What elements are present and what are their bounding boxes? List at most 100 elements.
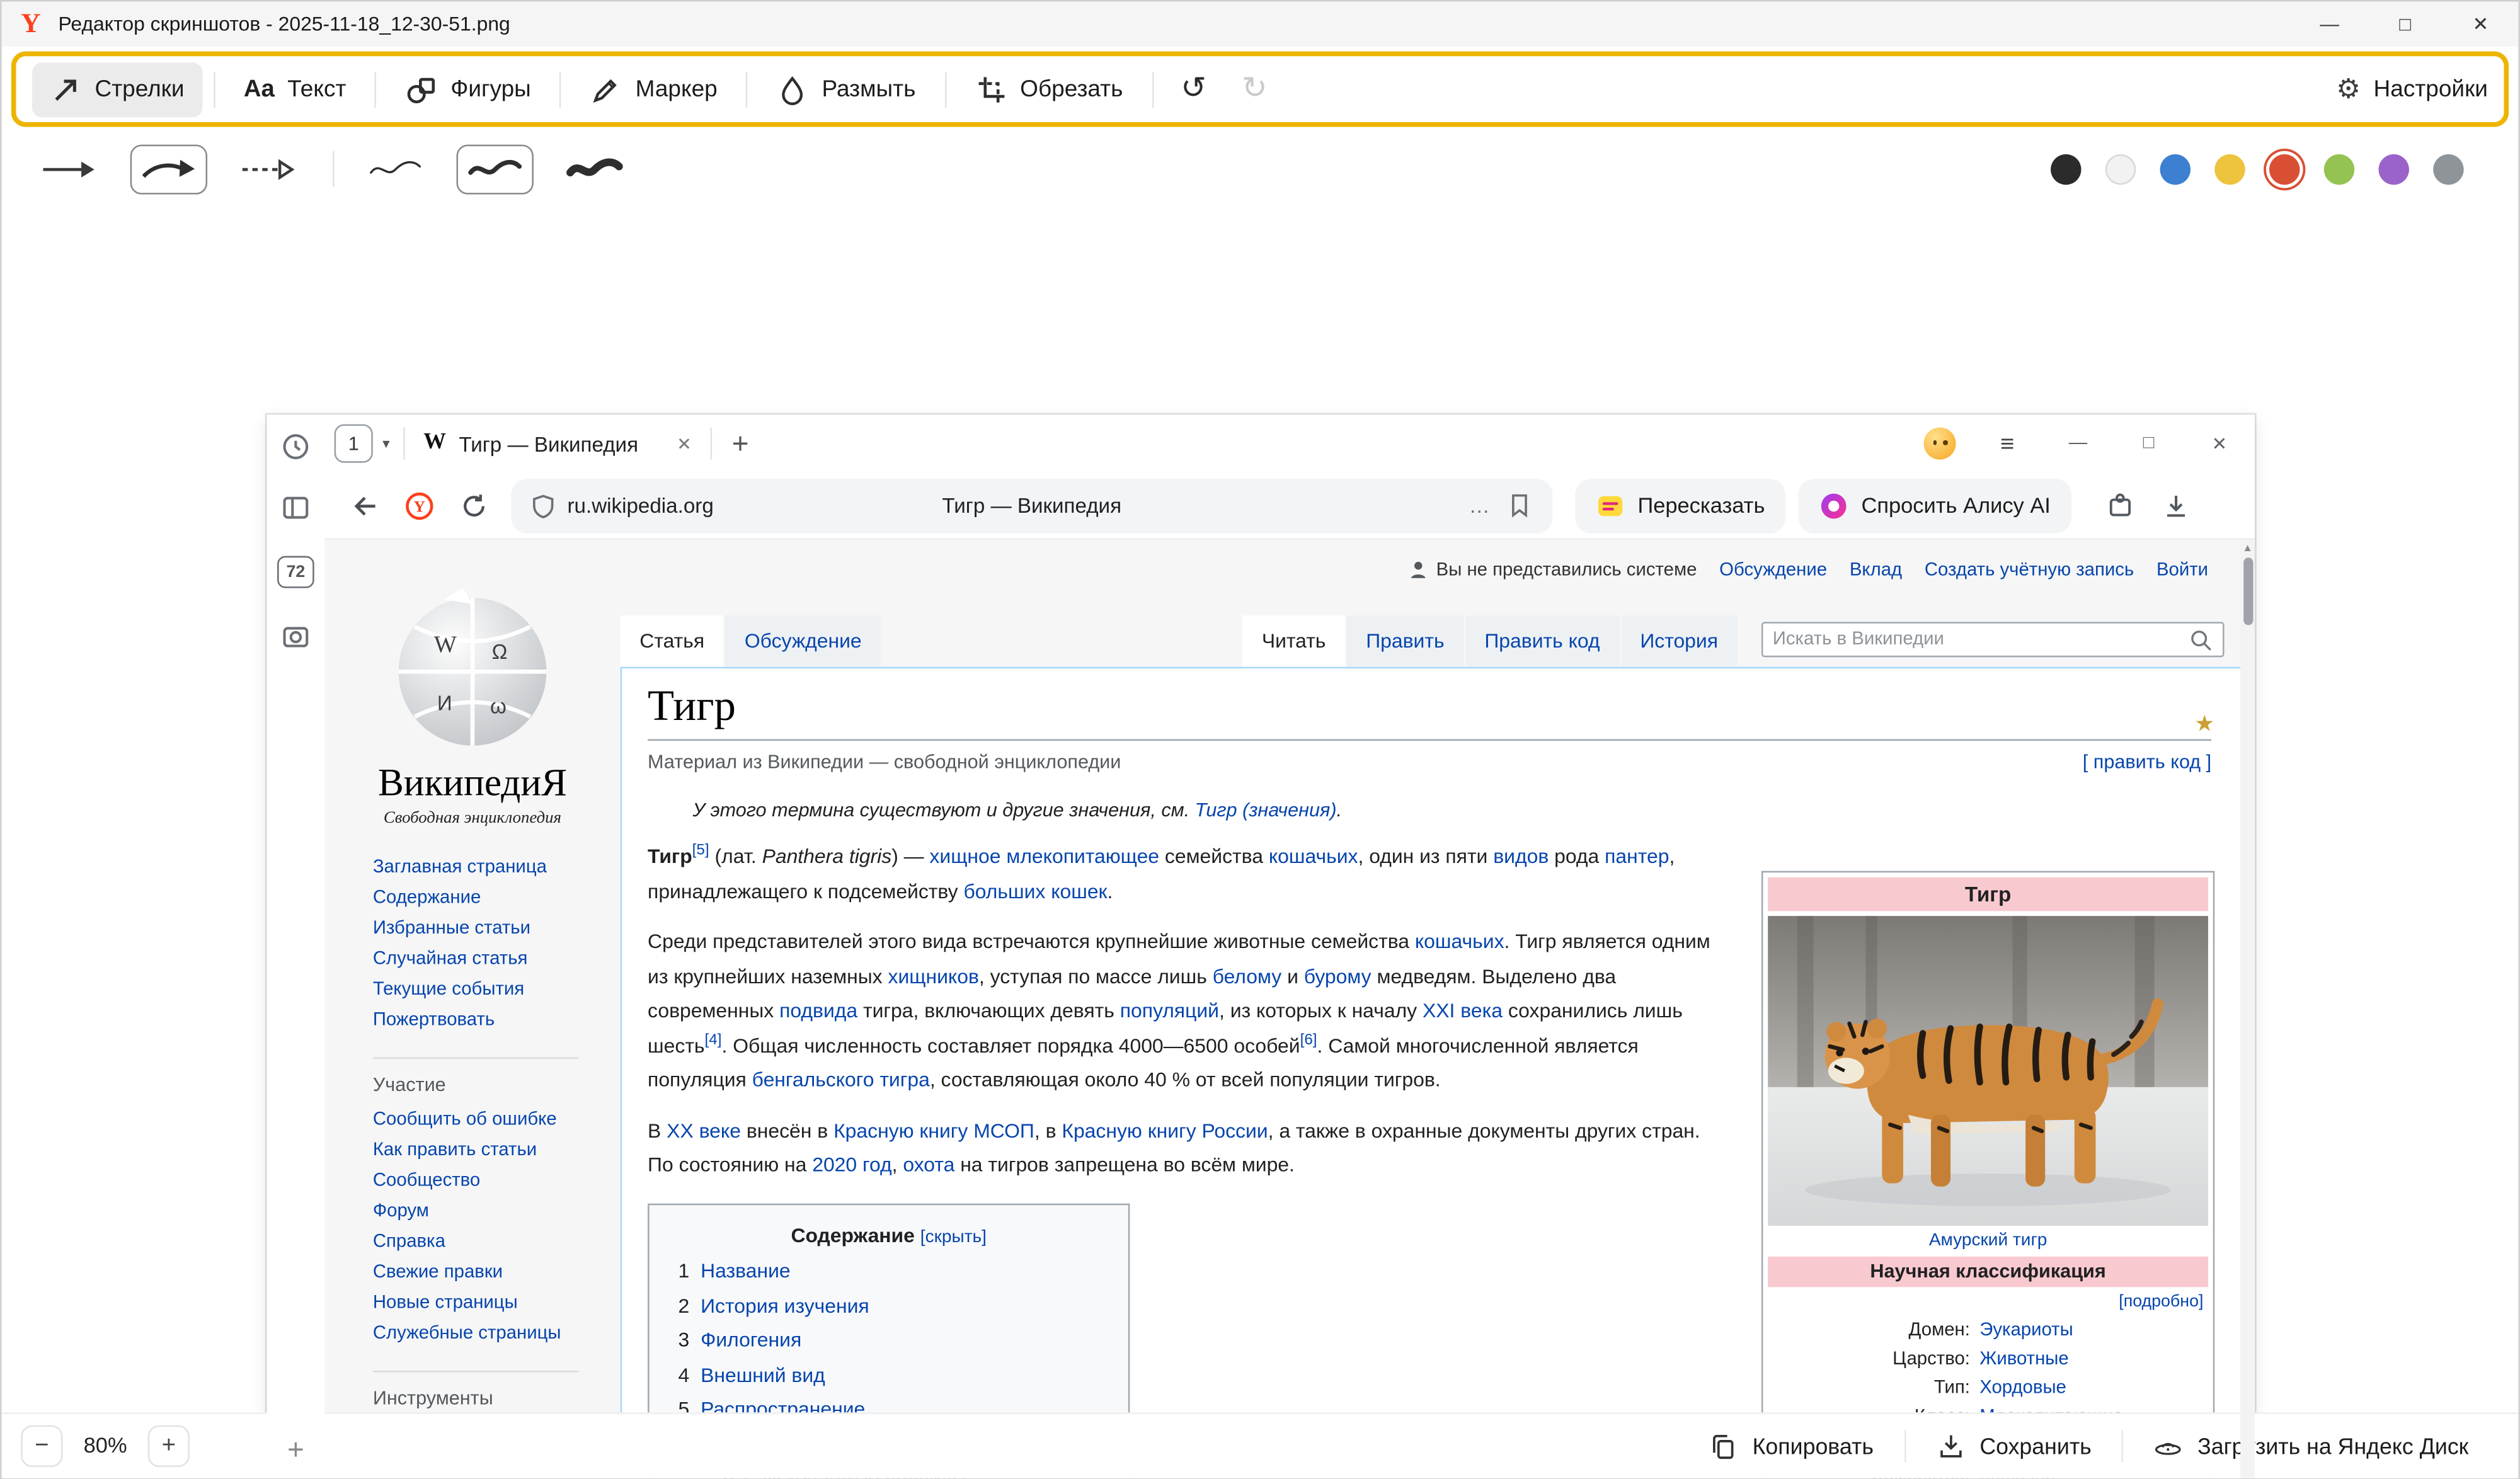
wiki-link[interactable]: бенгальского тигра xyxy=(752,1068,930,1091)
color-swatch[interactable] xyxy=(2433,154,2463,184)
color-swatch[interactable] xyxy=(2051,154,2081,184)
wiki-link[interactable]: кошачьих xyxy=(1269,845,1358,868)
taxobox-caption-link[interactable]: Амурский тигр xyxy=(1768,1226,2208,1256)
color-swatch[interactable] xyxy=(2378,154,2408,184)
zoom-out-button[interactable]: − xyxy=(21,1424,62,1466)
personal-link[interactable]: Вклад xyxy=(1850,560,1902,580)
page-scrollbar[interactable]: ▲ ▼ xyxy=(2240,540,2255,1479)
wiki-link[interactable]: XX веке xyxy=(667,1119,741,1142)
extensions-icon[interactable] xyxy=(2094,478,2149,533)
wiki-link[interactable]: млекопитающее xyxy=(1006,845,1159,868)
tab-edit[interactable]: Править xyxy=(1347,615,1464,667)
maximize-button[interactable]: □ xyxy=(2368,2,2443,47)
sidebar-link[interactable]: Сообщить об ошибке xyxy=(373,1105,621,1136)
address-bar[interactable]: ru.wikipedia.org Тигр — Википедия … xyxy=(511,478,1552,533)
wiki-link[interactable]: Тигр (значения) xyxy=(1195,799,1337,821)
toc-link[interactable]: Название xyxy=(701,1260,790,1282)
tool-arrows[interactable]: Стрелки xyxy=(32,62,202,117)
browser-tab-wikipedia[interactable]: W Тигр — Википедия ✕ xyxy=(404,414,711,472)
color-swatch[interactable] xyxy=(2160,154,2191,184)
taxobox-details-link[interactable]: [подробно] xyxy=(1768,1287,2208,1313)
tool-blur[interactable]: Размыть xyxy=(759,62,933,117)
minimize-button[interactable]: — xyxy=(2292,2,2368,47)
wiki-link[interactable]: Животные xyxy=(1975,1345,2208,1374)
wiki-link[interactable]: пантер xyxy=(1605,845,1669,868)
sidebar-link[interactable]: Форум xyxy=(373,1197,621,1227)
edit-code-link[interactable]: [ править код ] xyxy=(2083,750,2211,773)
sidebar-link[interactable]: Как править статьи xyxy=(373,1136,621,1167)
color-swatch[interactable] xyxy=(2324,154,2354,184)
yandex-services-icon[interactable]: Y xyxy=(392,478,447,533)
color-swatch[interactable] xyxy=(2105,154,2136,184)
personal-link[interactable]: Войти xyxy=(2156,560,2208,580)
wiki-link[interactable]: Красную книгу МСОП xyxy=(833,1119,1034,1142)
wiki-link[interactable]: хищное xyxy=(929,845,1000,868)
wiki-link[interactable]: [6] xyxy=(1300,1031,1317,1048)
sidebar-link[interactable]: Свежие правки xyxy=(373,1258,621,1288)
back-button[interactable] xyxy=(338,478,392,533)
color-swatch[interactable] xyxy=(2214,154,2245,184)
wikipedia-search-input[interactable] xyxy=(1773,630,2189,649)
zoom-in-button[interactable]: + xyxy=(148,1424,190,1466)
tool-text[interactable]: Aa Текст xyxy=(226,64,364,114)
undo-button[interactable]: ↺ xyxy=(1165,71,1223,108)
wiki-link[interactable]: популяций xyxy=(1120,1000,1219,1022)
screenshot-tool-icon[interactable] xyxy=(280,620,312,653)
stroke-width-medium[interactable] xyxy=(456,144,533,193)
sidebar-link[interactable]: Текущие события xyxy=(373,975,621,1005)
wiki-link[interactable]: Красную книгу России xyxy=(1062,1119,1268,1142)
wiki-link[interactable]: бурому xyxy=(1304,965,1372,988)
tab-edit-code[interactable]: Править код xyxy=(1465,615,1619,667)
wiki-link[interactable]: XXI века xyxy=(1423,1000,1503,1022)
wikipedia-wordmark[interactable]: ВикипедиЯ xyxy=(324,763,620,807)
personal-link[interactable]: Создать учётную запись xyxy=(1925,560,2134,580)
tabs-counter-badge[interactable]: 72 xyxy=(277,556,314,588)
save-button[interactable]: Сохранить xyxy=(1906,1431,2122,1460)
color-swatch-selected[interactable] xyxy=(2269,154,2300,184)
browser-maximize-button[interactable]: □ xyxy=(2114,414,2184,472)
tab-discussion[interactable]: Обсуждение xyxy=(725,615,881,667)
browser-menu-icon[interactable]: ≡ xyxy=(1972,414,2042,472)
toc-link[interactable]: История изучения xyxy=(701,1294,869,1317)
retell-button[interactable]: Пересказать xyxy=(1575,478,1786,533)
search-icon[interactable] xyxy=(2189,627,2213,651)
wiki-link[interactable]: больших кошек xyxy=(963,880,1107,903)
wiki-link[interactable]: хищников xyxy=(888,965,979,988)
sidebar-link[interactable]: Справка xyxy=(373,1228,621,1258)
downloads-icon[interactable] xyxy=(2148,478,2203,533)
settings-button[interactable]: ⚙ Настройки xyxy=(2336,73,2488,105)
sidebar-link[interactable]: Сообщество xyxy=(373,1167,621,1197)
tab-list-caret-icon[interactable]: ▾ xyxy=(382,435,390,452)
scroll-up-icon[interactable]: ▲ xyxy=(2240,543,2255,554)
upload-to-disk-button[interactable]: Загрузить на Яндекс Диск xyxy=(2124,1431,2499,1460)
close-button[interactable]: ✕ xyxy=(2443,2,2519,47)
sidebar-link[interactable]: Заглавная страница xyxy=(373,854,621,884)
wiki-link[interactable]: подвида xyxy=(779,1000,857,1022)
stroke-width-thick[interactable] xyxy=(556,144,633,193)
wiki-link[interactable]: Эукариоты xyxy=(1975,1316,2208,1345)
reload-button[interactable] xyxy=(447,478,501,533)
tool-crop[interactable]: Обрезать xyxy=(958,62,1141,117)
sidebar-link[interactable]: Пожертвовать xyxy=(373,1006,621,1036)
wiki-link[interactable]: охота xyxy=(903,1154,954,1177)
sidebar-add-icon[interactable]: + xyxy=(287,1433,304,1467)
personal-link[interactable]: Обсуждение xyxy=(1719,560,1827,580)
panels-icon[interactable] xyxy=(280,492,312,524)
wiki-link[interactable]: белому xyxy=(1213,965,1282,988)
tool-marker[interactable]: Маркер xyxy=(573,62,735,117)
sidebar-link[interactable]: Избранные статьи xyxy=(373,915,621,945)
tab-history[interactable]: История xyxy=(1621,615,1738,667)
editor-canvas[interactable]: 72 + ⋯ 1 ▾ W Тигр — Википедия ✕ xyxy=(2,198,2519,1412)
wiki-link[interactable]: Хордовые xyxy=(1975,1374,2208,1403)
browser-close-button[interactable]: ✕ xyxy=(2184,414,2255,472)
tool-shapes[interactable]: Фигуры xyxy=(388,62,549,117)
tab-close-icon[interactable]: ✕ xyxy=(677,433,692,454)
wiki-link[interactable]: видов xyxy=(1493,845,1549,868)
stroke-width-thin[interactable] xyxy=(357,144,433,193)
redo-button[interactable]: ↻ xyxy=(1222,71,1286,108)
history-clock-icon[interactable] xyxy=(280,431,312,463)
tab-counter[interactable]: 1 xyxy=(335,424,373,462)
scrollbar-thumb[interactable] xyxy=(2243,557,2252,625)
address-more-icon[interactable]: … xyxy=(1469,493,1490,517)
browser-minimize-button[interactable]: — xyxy=(2042,414,2113,472)
